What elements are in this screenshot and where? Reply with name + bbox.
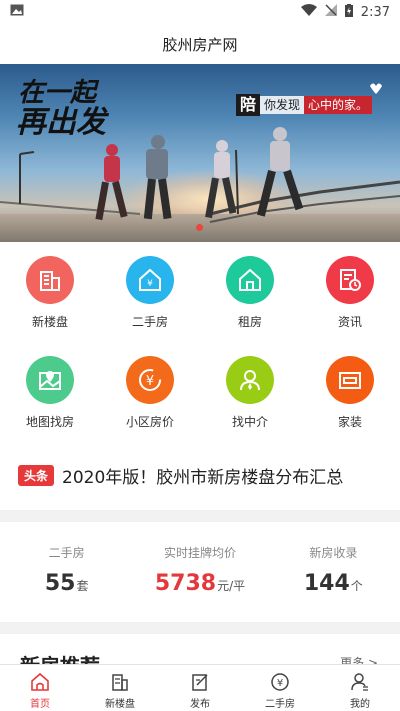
banner-dot-active <box>196 224 203 231</box>
stat-value: 55套 <box>45 571 89 596</box>
house-yuan-icon: ¥ <box>126 256 174 304</box>
grid-item-rent[interactable]: 租房 <box>200 242 300 338</box>
news-clock-icon <box>326 256 374 304</box>
bottom-tab-bar: 首页 新楼盘 发布 ¥ 二手房 我的 <box>0 664 400 711</box>
stat-average-price[interactable]: 实时挂牌均价 5738元/平 <box>133 522 266 622</box>
stat-number: 55 <box>44 571 76 596</box>
status-time: 2:37 <box>360 4 390 20</box>
page-title: 胶州房产网 <box>162 35 238 54</box>
grid-item-community-price[interactable]: ¥ 小区房价 <box>100 342 200 438</box>
stat-label: 新房收录 <box>309 546 358 560</box>
market-stats: 二手房 55套 实时挂牌均价 5738元/平 新房收录 144个 <box>0 522 400 622</box>
category-grid: 新楼盘 ¥ 二手房 租房 资讯 地图找房 ¥ 小区房价 找中介 家装 <box>0 242 400 440</box>
user-icon <box>349 671 371 693</box>
tab-label: 新楼盘 <box>105 699 135 710</box>
section-title: 新房推荐 <box>20 650 100 664</box>
svg-text:¥: ¥ <box>147 279 153 289</box>
tab-label: 首页 <box>30 699 50 710</box>
yuan-coin-icon: ¥ <box>126 356 174 404</box>
grid-label: 二手房 <box>131 315 168 329</box>
stat-value: 144个 <box>304 571 363 596</box>
agent-person-icon <box>226 356 274 404</box>
stat-number: 144 <box>303 571 350 596</box>
recommend-section: 新房推荐 更多 > <box>0 634 400 664</box>
grid-label: 租房 <box>237 315 262 329</box>
banner-pager-dots <box>196 224 203 231</box>
building-icon <box>26 256 74 304</box>
more-link[interactable]: 更多 > <box>340 654 378 664</box>
banner-slogan-line1: 在一起 <box>18 78 97 108</box>
building-icon <box>109 671 131 693</box>
banner-slogan: 在一起 再出发 <box>16 78 106 140</box>
wifi-icon <box>300 4 317 20</box>
tab-publish[interactable]: 发布 <box>160 665 240 711</box>
grid-label: 地图找房 <box>25 415 74 429</box>
tab-label: 二手房 <box>265 699 295 710</box>
grid-label: 家装 <box>337 415 362 429</box>
map-pin-icon <box>26 356 74 404</box>
grid-label: 资讯 <box>337 315 362 329</box>
stat-unit: 套 <box>76 579 89 593</box>
svg-text:¥: ¥ <box>146 374 154 389</box>
stat-label: 实时挂牌均价 <box>163 546 236 560</box>
stat-unit: 元/平 <box>217 579 246 593</box>
grid-item-home-decor[interactable]: 家装 <box>300 342 400 438</box>
grid-item-second-hand[interactable]: ¥ 二手房 <box>100 242 200 338</box>
battery-charging-icon <box>344 3 353 21</box>
stat-value: 5738元/平 <box>155 571 245 596</box>
banner-slogan-line2: 再出发 <box>16 105 106 140</box>
home-icon <box>29 671 51 693</box>
banner-tag-a: 你发现 <box>260 96 305 114</box>
banner-tag-b: 心中的家。 <box>304 96 373 114</box>
stat-new-homes[interactable]: 新房收录 144个 <box>267 522 400 622</box>
house-icon <box>226 256 274 304</box>
sofa-icon <box>326 356 374 404</box>
stat-unit: 个 <box>350 579 363 593</box>
edit-icon <box>189 671 211 693</box>
headline-news[interactable]: 头条 2020年版！胶州市新房楼盘分布汇总 <box>0 440 400 510</box>
grid-label: 小区房价 <box>125 415 174 429</box>
svg-text:¥: ¥ <box>277 678 283 689</box>
status-bar: 2:37 <box>0 0 400 24</box>
grid-label: 找中介 <box>231 415 268 429</box>
no-signal-icon <box>324 4 337 20</box>
grid-item-new-homes[interactable]: 新楼盘 <box>0 242 100 338</box>
app-header: 胶州房产网 <box>0 24 400 64</box>
stat-number: 5738 <box>154 571 217 596</box>
tab-second-hand[interactable]: ¥ 二手房 <box>240 665 320 711</box>
grid-item-find-agent[interactable]: 找中介 <box>200 342 300 438</box>
stat-label: 二手房 <box>48 546 85 560</box>
tab-new-homes[interactable]: 新楼盘 <box>80 665 160 711</box>
tab-profile[interactable]: 我的 <box>320 665 400 711</box>
grid-item-map-search[interactable]: 地图找房 <box>0 342 100 438</box>
tab-label: 我的 <box>350 699 370 710</box>
banner-tag-big: 陪 <box>236 94 261 116</box>
grid-label: 新楼盘 <box>31 315 68 329</box>
gallery-notification-icon <box>10 4 24 20</box>
status-right: 2:37 <box>300 3 390 21</box>
headline-text[interactable]: 2020年版！胶州市新房楼盘分布汇总 <box>62 463 343 488</box>
headline-badge: 头条 <box>18 464 55 486</box>
yuan-circle-icon: ¥ <box>269 671 291 693</box>
stat-second-hand[interactable]: 二手房 55套 <box>0 522 133 622</box>
banner-tagline: 陪 你发现 心中的家。 <box>236 94 373 116</box>
promo-banner[interactable]: 在一起 再出发 陪 你发现 心中的家。 <box>0 64 400 242</box>
tab-home[interactable]: 首页 <box>0 665 80 711</box>
grid-item-news[interactable]: 资讯 <box>300 242 400 338</box>
tab-label: 发布 <box>190 699 210 710</box>
